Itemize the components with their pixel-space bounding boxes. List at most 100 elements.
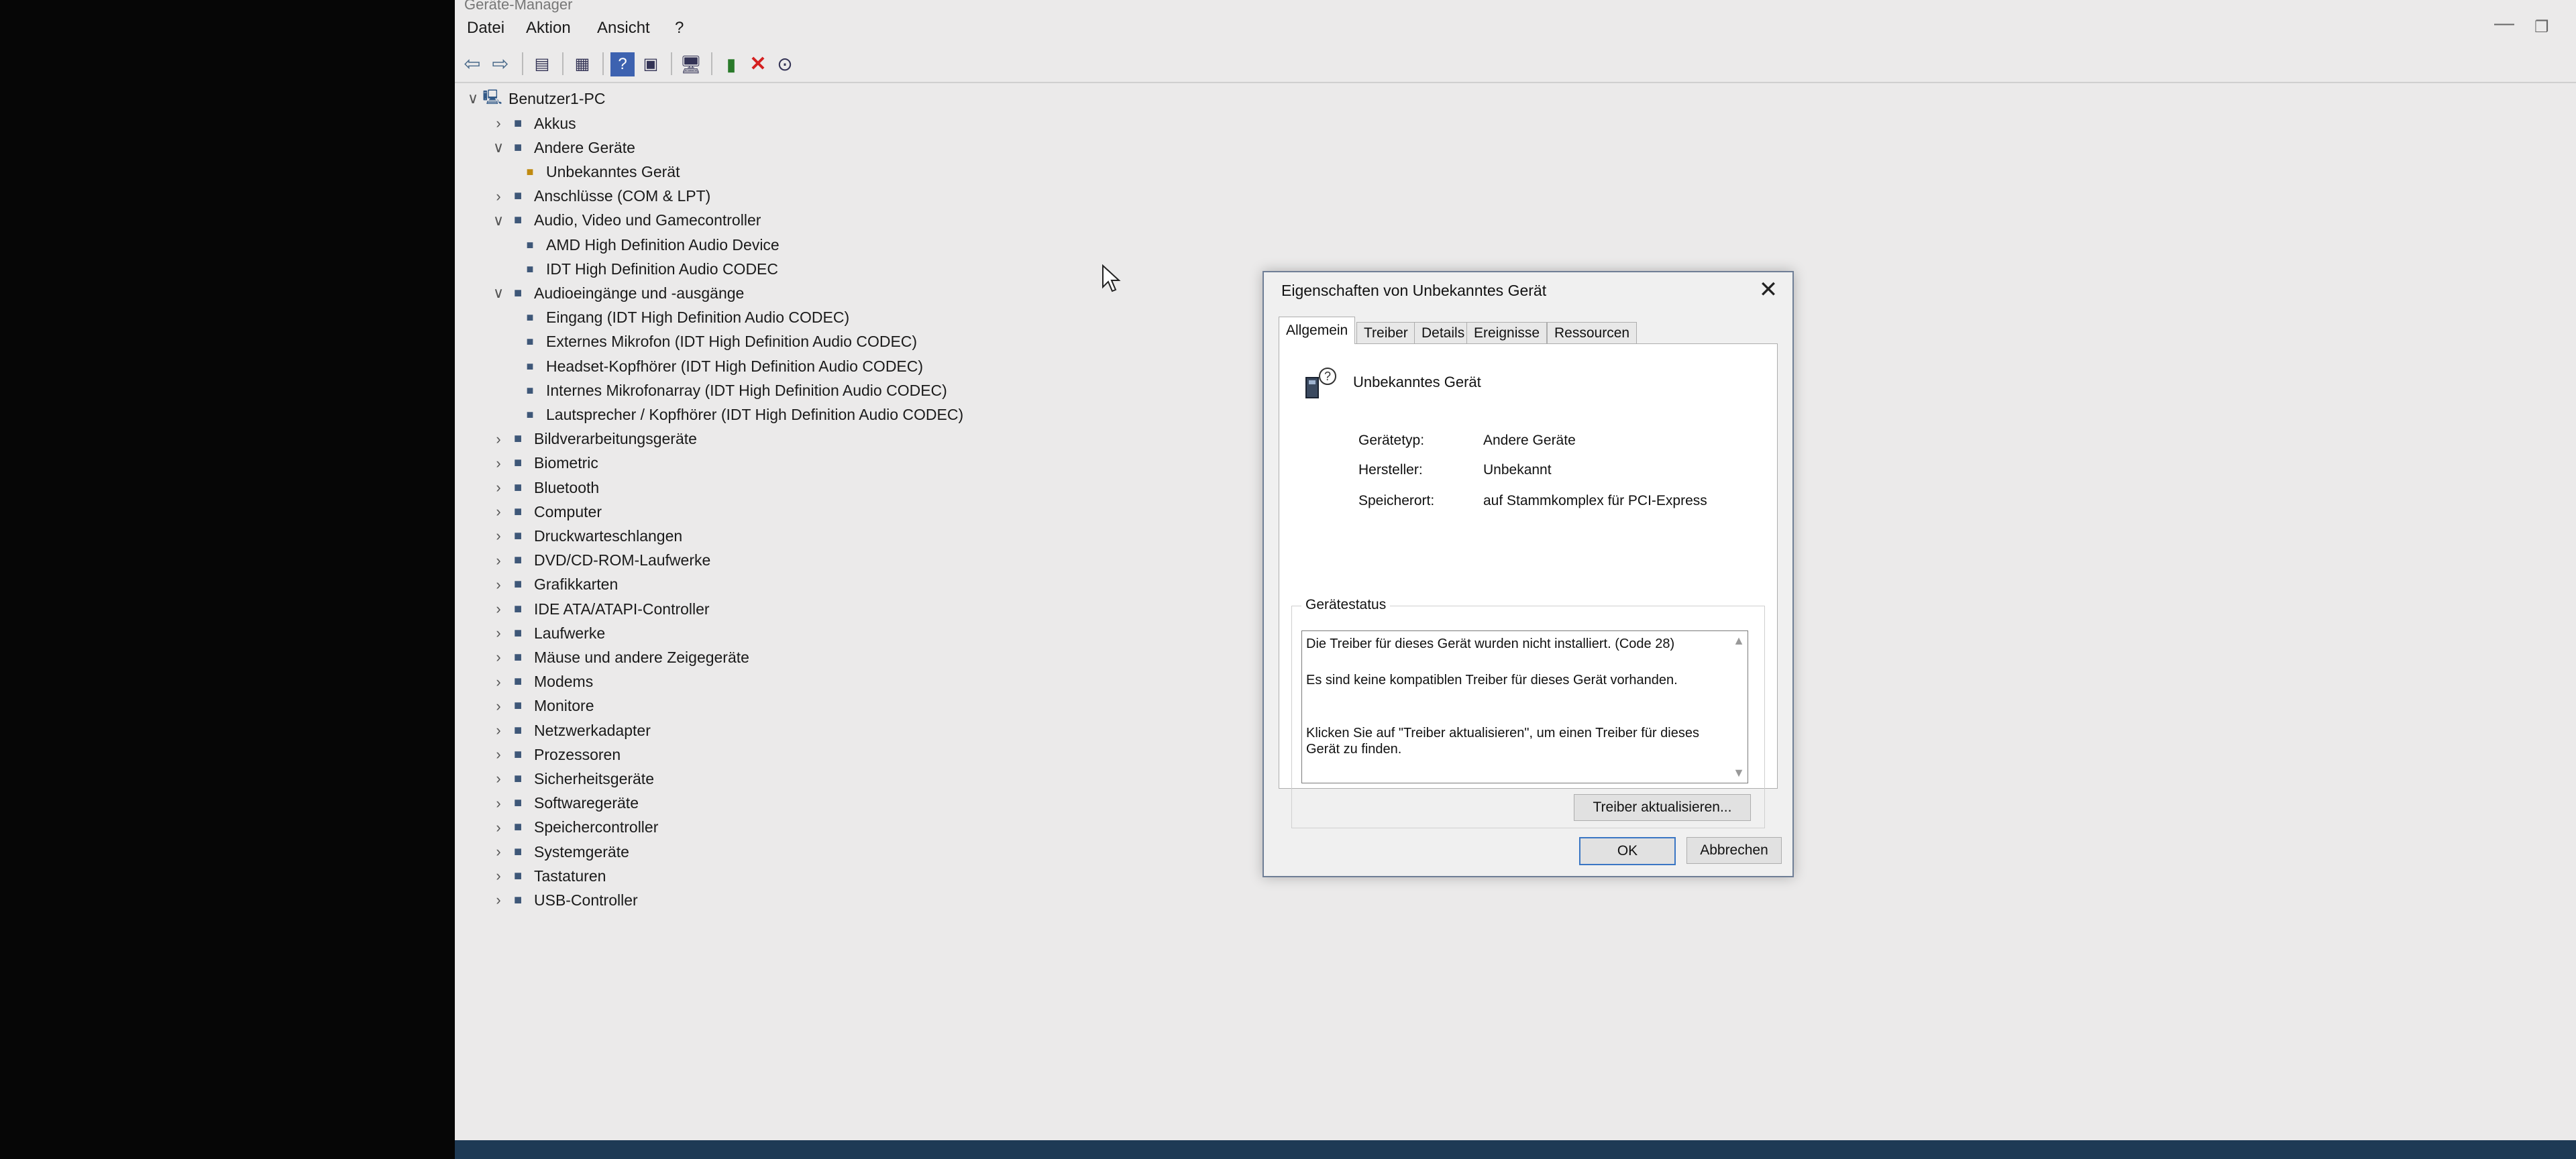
tree-item[interactable]: › ■ Softwaregeräte — [488, 792, 639, 815]
tab-ressourcen[interactable]: Ressourcen — [1547, 322, 1638, 345]
tree-item[interactable]: › ■ Speichercontroller — [488, 816, 658, 839]
tab-details[interactable]: Details — [1414, 322, 1472, 345]
update-driver-icon[interactable]: ▮ — [719, 52, 743, 76]
chevron-right-icon[interactable]: › — [488, 698, 508, 715]
toolbar-separator — [562, 52, 564, 75]
tree-item-label: Laufwerke — [534, 624, 606, 642]
chevron-right-icon[interactable]: › — [488, 115, 508, 132]
arrow-right-icon[interactable]: ⇨ — [488, 52, 513, 76]
menu-datei[interactable]: Datei — [467, 19, 504, 38]
tree-item[interactable]: › ■ Systemgeräte — [488, 840, 629, 863]
chevron-right-icon[interactable]: › — [488, 600, 508, 618]
chevron-right-icon[interactable]: › — [488, 503, 508, 520]
tree-item[interactable]: › ■ Grafikkarten — [488, 573, 618, 596]
menu-ansicht[interactable]: Ansicht — [597, 19, 650, 38]
device-icon: ■ — [513, 504, 523, 519]
tree-item[interactable]: › ■ Tastaturen — [488, 865, 606, 887]
tree-item[interactable]: › ■ DVD/CD-ROM-Laufwerke — [488, 549, 710, 572]
tree-item[interactable]: › ■ Computer — [488, 500, 602, 523]
tree-item[interactable]: › ■ Sicherheitsgeräte — [488, 767, 654, 790]
tree-item[interactable]: ■ AMD High Definition Audio Device — [514, 233, 780, 256]
tree-item[interactable]: ■ Internes Mikrofonarray (IDT High Defini… — [514, 379, 947, 402]
chevron-right-icon[interactable]: › — [488, 649, 508, 666]
device-icon: ■ — [513, 285, 523, 300]
chevron-right-icon[interactable]: › — [488, 843, 508, 861]
chevron-right-icon[interactable]: › — [488, 867, 508, 885]
chevron-right-icon[interactable]: › — [488, 624, 508, 642]
status-line-3: Klicken Sie auf "Treiber aktualisieren",… — [1306, 726, 1699, 757]
device-icon: ■ — [526, 164, 534, 178]
chevron-right-icon[interactable]: › — [488, 891, 508, 909]
view-icon[interactable]: ▣ — [639, 52, 663, 76]
device-icon: ■ — [526, 335, 534, 349]
tree-item[interactable]: › ■ Biometric — [488, 452, 598, 475]
properties-icon[interactable]: ▤ — [530, 52, 554, 76]
device-icon: ■ — [513, 455, 523, 471]
chevron-right-icon[interactable]: › — [488, 479, 508, 496]
scroll-down-icon[interactable]: ▼ — [1733, 766, 1745, 780]
list-icon[interactable]: ▦ — [570, 52, 594, 76]
tree-item[interactable]: › ■ Modems — [488, 671, 593, 694]
tree-item[interactable]: › ■ Anschlüsse (COM & LPT) — [488, 185, 710, 208]
chevron-right-icon[interactable]: › — [488, 527, 508, 545]
tree-item[interactable]: › ■ Bluetooth — [488, 476, 599, 499]
tree-item[interactable]: ∨ ■ Audio, Video und Gamecontroller — [488, 209, 761, 232]
tree-item[interactable]: ■ Lautsprecher / Kopfhörer (IDT High Defi… — [514, 403, 964, 426]
tree-item-label: Systemgeräte — [534, 842, 629, 861]
remove-icon[interactable]: ✕ — [746, 52, 770, 76]
tree-item[interactable]: › ■ Netzwerkadapter — [488, 719, 651, 742]
menu-aktion[interactable]: Aktion — [526, 19, 571, 38]
tree-item[interactable]: › ■ Prozessoren — [488, 743, 621, 766]
tree-item-label: Anschlüsse (COM & LPT) — [534, 187, 711, 205]
tree-item[interactable]: ∨ ■ Audioeingänge und -ausgänge — [488, 282, 744, 305]
chevron-down-icon[interactable]: ∨ — [463, 90, 483, 107]
menu-help[interactable]: ? — [675, 19, 684, 38]
chevron-right-icon[interactable]: › — [488, 819, 508, 836]
tree-item[interactable]: ∨ ■ Andere Geräte — [488, 136, 635, 159]
chevron-right-icon[interactable]: › — [488, 795, 508, 812]
tree-item[interactable]: ■ Headset-Kopfhörer (IDT High Definition … — [514, 355, 923, 378]
chevron-right-icon[interactable]: › — [488, 770, 508, 787]
chevron-right-icon[interactable]: › — [488, 722, 508, 739]
tree-root[interactable]: ∨ 🖳 Benutzer1-PC — [463, 87, 606, 110]
chevron-right-icon[interactable]: › — [488, 673, 508, 691]
tree-item[interactable]: › ■ IDE ATA/ATAPI-Controller — [488, 598, 709, 620]
chevron-down-icon[interactable]: ∨ — [488, 139, 508, 156]
scan-hardware-icon[interactable]: 🖥 — [679, 52, 703, 76]
tree-item[interactable]: › ■ Bildverarbeitungsgeräte — [488, 428, 697, 451]
tree-item[interactable]: › ■ Mäuse und andere Zeigegeräte — [488, 646, 749, 669]
tree-item[interactable]: › ■ Druckwarteschlangen — [488, 525, 682, 547]
update-driver-button[interactable]: Treiber aktualisieren... — [1574, 794, 1751, 821]
close-icon[interactable]: ✕ — [1755, 276, 1782, 303]
tree-item[interactable]: › ■ Akkus — [488, 112, 576, 135]
ok-button[interactable]: OK — [1579, 837, 1676, 865]
chevron-right-icon[interactable]: › — [488, 188, 508, 205]
device-icon: ■ — [513, 674, 523, 689]
tree-item[interactable]: ■ IDT High Definition Audio CODEC — [514, 258, 778, 280]
tree-item[interactable]: ■ Unbekanntes Gerät — [514, 160, 680, 183]
chevron-down-icon[interactable]: ∨ — [488, 212, 508, 229]
tab-treiber[interactable]: Treiber — [1356, 322, 1415, 345]
arrow-left-icon[interactable]: ⇦ — [460, 52, 484, 76]
device-icon: ■ — [513, 892, 523, 907]
chevron-right-icon[interactable]: › — [488, 431, 508, 448]
chevron-right-icon[interactable]: › — [488, 746, 508, 763]
cancel-button[interactable]: Abbrechen — [1686, 837, 1782, 864]
device-status-text[interactable]: Die Treiber für dieses Gerät wurden nich… — [1301, 630, 1748, 783]
chevron-right-icon[interactable]: › — [488, 552, 508, 569]
help-icon[interactable]: ? — [610, 52, 635, 76]
tree-item-label: IDT High Definition Audio CODEC — [546, 260, 778, 278]
tree-item[interactable]: › ■ USB-Controller — [488, 889, 637, 912]
tab-allgemein[interactable]: Allgemein — [1279, 317, 1356, 344]
tree-item[interactable]: ■ Eingang (IDT High Definition Audio CODE… — [514, 307, 850, 329]
tree-item[interactable]: › ■ Laufwerke — [488, 622, 605, 645]
scroll-up-icon[interactable]: ▲ — [1733, 634, 1745, 648]
chevron-right-icon[interactable]: › — [488, 455, 508, 472]
disable-icon[interactable]: ⊙ — [773, 52, 797, 76]
tree-item[interactable]: › ■ Monitore — [488, 695, 594, 718]
chevron-down-icon[interactable]: ∨ — [488, 284, 508, 302]
tab-ereignisse[interactable]: Ereignisse — [1466, 322, 1548, 345]
tree-item-label: Prozessoren — [534, 745, 621, 763]
chevron-right-icon[interactable]: › — [488, 576, 508, 594]
tree-item[interactable]: ■ Externes Mikrofon (IDT High Definition … — [514, 331, 918, 353]
